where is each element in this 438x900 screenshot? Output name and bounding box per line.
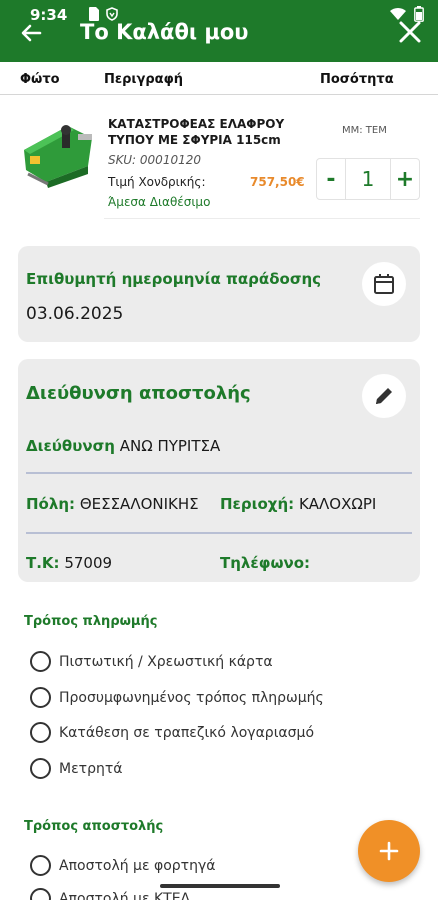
- payment-option-label: Πιστωτική / Χρεωστική κάρτα: [59, 653, 273, 670]
- price-label: Τιμή Χονδρικής:: [108, 175, 206, 189]
- column-header-quantity: Ποσότητα: [320, 72, 394, 87]
- quantity-stepper: - 1 +: [316, 158, 420, 200]
- close-button[interactable]: [396, 18, 424, 46]
- address-row: Διεύθυνση ΑΝΩ ΠΥΡΙΤΣΑ: [26, 437, 220, 455]
- address-label: Διεύθυνση: [26, 437, 115, 455]
- payment-option-bank-deposit[interactable]: Κατάθεση σε τραπεζικό λογαριασμό: [30, 722, 314, 743]
- radio-button[interactable]: [30, 888, 51, 900]
- radio-button[interactable]: [30, 758, 51, 779]
- area-label: Περιοχή:: [220, 495, 295, 513]
- shield-icon: [106, 7, 118, 21]
- shipping-address-title: Διεύθυνση αποστολής: [26, 383, 251, 404]
- payment-option-cash[interactable]: Μετρητά: [30, 758, 123, 779]
- pencil-icon: [376, 388, 392, 404]
- edit-address-button[interactable]: [362, 374, 406, 418]
- area-row: Περιοχή: ΚΑΛΟΧΩΡΙ: [220, 495, 376, 513]
- city-divider: [26, 532, 412, 534]
- city-value: ΘΕΣΣΑΛΟΝΙΚΗΣ: [79, 495, 199, 513]
- arrow-left-icon: [21, 24, 42, 42]
- radio-button[interactable]: [30, 855, 51, 876]
- shipping-option-ktel[interactable]: Αποστολή με ΚΤΕΛ: [30, 888, 190, 900]
- shipping-address-card: Διεύθυνση αποστολής Διεύθυνση ΑΝΩ ΠΥΡΙΤΣ…: [18, 359, 420, 582]
- calendar-icon: [374, 274, 394, 294]
- cart-table-header: Φώτο Περιγραφή Ποσότητα: [0, 70, 438, 92]
- zip-row: Τ.Κ: 57009: [26, 554, 112, 572]
- zip-label: Τ.Κ:: [26, 554, 60, 572]
- shipping-option-label: Αποστολή με φορτηγά: [59, 857, 216, 874]
- mulcher-image: [24, 125, 92, 188]
- availability-status: Άμεσα Διαθέσιμο: [108, 195, 211, 209]
- status-icons-left: [88, 7, 119, 21]
- phone-row: Τηλέφωνο:: [220, 554, 310, 572]
- shipping-option-truck[interactable]: Αποστολή με φορτηγά: [30, 855, 215, 876]
- home-indicator[interactable]: [160, 884, 280, 888]
- unit-of-measure: ΜΜ: ΤΕΜ: [342, 125, 387, 136]
- page-title: Το Καλάθι μου: [80, 20, 249, 44]
- payment-option-card[interactable]: Πιστωτική / Χρεωστική κάρτα: [30, 651, 273, 672]
- payment-option-label: Προσυμφωνημένος τρόπος πληρωμής: [59, 689, 324, 706]
- decrease-quantity-button[interactable]: -: [317, 159, 345, 199]
- area-value: ΚΑΛΟΧΩΡΙ: [298, 495, 377, 513]
- delivery-date-card: Επιθυμητή ημερομηνία παράδοσης 03.06.202…: [18, 246, 420, 342]
- app-bar: 9:34 Το Καλάθι μου: [0, 0, 438, 62]
- column-header-description: Περιγραφή: [104, 72, 184, 87]
- plus-icon: [379, 841, 399, 861]
- address-value: ΑΝΩ ΠΥΡΙΤΣΑ: [119, 437, 221, 455]
- shipping-option-label: Αποστολή με ΚΤΕΛ: [59, 890, 191, 900]
- header-divider: [0, 94, 438, 95]
- address-divider: [26, 472, 412, 474]
- payment-option-label: Κατάθεση σε τραπεζικό λογαριασμό: [59, 724, 315, 741]
- row-divider: [104, 218, 420, 219]
- product-name[interactable]: ΚΑΤΑΣΤΡΟΦΕΑΣ ΕΛΑΦΡΟΥ ΤΥΠΟΥ ΜΕ ΣΦΥΡΙΑ 115…: [108, 116, 318, 148]
- radio-button[interactable]: [30, 722, 51, 743]
- column-header-photo: Φώτο: [20, 72, 60, 87]
- radio-button[interactable]: [30, 651, 51, 672]
- calendar-button[interactable]: [362, 262, 406, 306]
- city-label: Πόλη:: [26, 495, 76, 513]
- sim-card-icon: [89, 7, 99, 21]
- delivery-date-title: Επιθυμητή ημερομηνία παράδοσης: [26, 270, 322, 288]
- quantity-value[interactable]: 1: [345, 159, 391, 199]
- shipping-method-title: Τρόπος αποστολής: [24, 819, 164, 834]
- payment-option-agreed[interactable]: Προσυμφωνημένος τρόπος πληρωμής: [30, 687, 324, 708]
- product-image[interactable]: [18, 116, 100, 190]
- increase-quantity-button[interactable]: +: [391, 159, 419, 199]
- payment-option-label: Μετρητά: [59, 760, 123, 777]
- product-sku: SKU: 00010120: [108, 153, 201, 167]
- phone-label: Τηλέφωνο:: [220, 554, 311, 572]
- zip-value: 57009: [64, 554, 113, 572]
- price-value: 757,50€: [250, 175, 305, 189]
- city-row: Πόλη: ΘΕΣΣΑΛΟΝΙΚΗΣ: [26, 495, 199, 513]
- close-icon: [399, 21, 421, 43]
- radio-button[interactable]: [30, 687, 51, 708]
- delivery-date-value[interactable]: 03.06.2025: [26, 304, 123, 324]
- back-button[interactable]: [18, 20, 44, 46]
- payment-method-title: Τρόπος πληρωμής: [24, 614, 158, 629]
- add-fab-button[interactable]: [358, 820, 420, 882]
